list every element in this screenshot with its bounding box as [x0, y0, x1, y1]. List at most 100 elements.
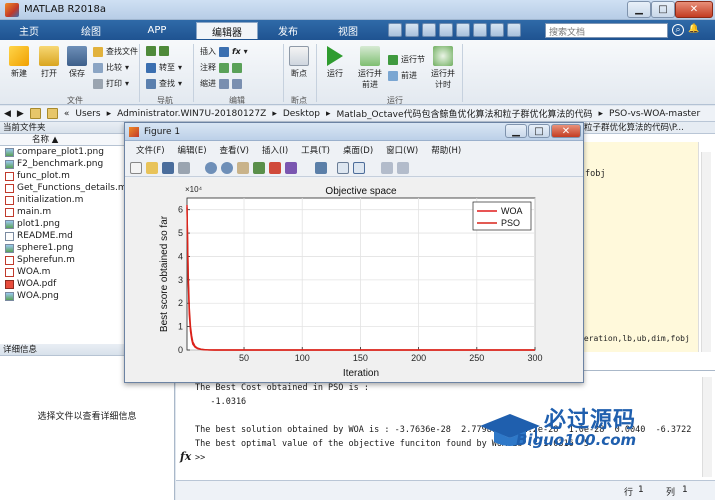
editor-scrollbar[interactable] [701, 152, 711, 352]
run-and-advance-button[interactable]: 运行并前进 [355, 46, 385, 90]
run-play-icon [327, 46, 343, 66]
colorbar-icon[interactable] [337, 162, 349, 174]
figure-window[interactable]: Figure 1 ▁ □ ✕ 文件(F) 编辑(E) 查看(V) 插入(I) 工具(T)… [124, 122, 584, 383]
zoom-out-icon[interactable] [221, 162, 233, 174]
zoom-in-icon[interactable] [205, 162, 217, 174]
undo-quick-icon[interactable] [456, 23, 470, 37]
switch-windows-icon[interactable] [490, 23, 504, 37]
print-button[interactable]: 打印 ▾ [93, 78, 129, 89]
file-name: compare_plot1.png [17, 147, 104, 157]
rotate-icon[interactable] [253, 162, 265, 174]
pan-icon[interactable] [237, 162, 249, 174]
legend-icon[interactable] [353, 162, 365, 174]
figure-menu-item[interactable]: 插入(I) [262, 144, 288, 156]
details-placeholder: 选择文件以查看详细信息 [37, 412, 137, 422]
data-cursor-icon[interactable] [269, 162, 281, 174]
editor-ribbon: 新建 打开 保存 查找文件 比较 ▾ 打印 ▾ 文件 转至 ▾ 查找 ▾ 导航 … [0, 40, 715, 105]
go-to-button[interactable]: 转至 ▾ [146, 62, 182, 73]
folder-browse-icon[interactable] [46, 108, 58, 119]
window-title: MATLAB R2018a [24, 4, 107, 15]
file-name: README.md [17, 231, 73, 241]
objective-space-chart[interactable]: 50 100 150 200 250 300 0 1 2 3 4 5 6 ×10⁴ Objective sp… [125, 178, 583, 382]
figure-plot-area[interactable]: 50 100 150 200 250 300 0 1 2 3 4 5 6 ×10⁴ Objective sp… [125, 178, 583, 382]
tab-home[interactable]: 主页 [8, 22, 50, 39]
editor-code-line: fobj [585, 169, 606, 179]
tab-apps[interactable]: APP [135, 22, 179, 39]
paste-quick-icon[interactable] [439, 23, 453, 37]
hide-tools-icon[interactable] [381, 162, 393, 174]
command-scrollbar[interactable] [702, 377, 712, 477]
search-documentation-input[interactable]: 搜索文档 [545, 23, 668, 38]
run-section-button[interactable]: 运行节 [388, 54, 425, 65]
compare-button[interactable]: 比较 ▾ [93, 62, 129, 73]
file-name: F2_benchmark.png [17, 159, 104, 169]
address-part[interactable]: « [64, 109, 70, 119]
group-label-file: 文件 [67, 96, 83, 105]
back-arrow-icon[interactable]: ◀ [4, 109, 11, 119]
tab-plots[interactable]: 绘图 [70, 22, 112, 39]
tab-publish[interactable]: 发布 [265, 22, 311, 39]
search-icon[interactable]: ⌕ [672, 24, 684, 36]
tab-editor[interactable]: 编辑器 [196, 22, 258, 39]
figure-menu-item[interactable]: 查看(V) [220, 144, 249, 156]
file-name: WOA.m [17, 267, 51, 277]
find-button[interactable]: 查找 ▾ [146, 78, 182, 89]
group-label-breakpoints: 断点 [291, 96, 307, 105]
brush-icon[interactable] [285, 162, 297, 174]
figure-menu-item[interactable]: 桌面(D) [343, 144, 373, 156]
figure-menu-item[interactable]: 窗口(W) [386, 144, 418, 156]
run-button[interactable]: 运行 [322, 46, 348, 79]
run-section-icon [388, 54, 398, 65]
copy-quick-icon[interactable] [422, 23, 436, 37]
save-figure-icon[interactable] [162, 162, 174, 174]
find-files-icon [93, 46, 103, 57]
close-button[interactable]: ✕ [675, 1, 713, 18]
address-part[interactable]: Desktop [283, 109, 320, 119]
find-files-button[interactable]: 查找文件 [93, 46, 138, 57]
address-part[interactable]: Administrator.WIN7U-20180127Z [117, 109, 266, 119]
print-figure-icon[interactable] [178, 162, 190, 174]
maximize-button[interactable]: □ [651, 1, 675, 18]
new-figure-icon[interactable] [130, 162, 142, 174]
save-button[interactable]: 保存 [64, 46, 90, 79]
indent-icon [219, 78, 229, 89]
new-button[interactable]: 新建 [6, 46, 32, 79]
address-part[interactable]: PSO-vs-WOA-master [609, 109, 700, 119]
indent-button[interactable]: 缩进 [200, 78, 242, 89]
command-prompt[interactable]: >> [195, 453, 205, 463]
advance-button[interactable]: 前进 [388, 70, 417, 81]
col-label: 列 [666, 488, 676, 498]
help-quick-icon[interactable] [507, 23, 521, 37]
figure-minimize-button[interactable]: ▁ [505, 124, 527, 138]
open-button[interactable]: 打开 [36, 46, 62, 79]
figure-menu-item[interactable]: 工具(T) [301, 144, 330, 156]
y-tick-label: 3 [178, 275, 183, 285]
address-part[interactable]: Users [75, 109, 100, 119]
show-tools-icon[interactable] [397, 162, 409, 174]
redo-quick-icon[interactable] [473, 23, 487, 37]
figure-menu-item[interactable]: 帮助(H) [431, 144, 461, 156]
save-quick-icon[interactable] [388, 23, 402, 37]
run-and-time-button[interactable]: 运行并计时 [429, 46, 457, 90]
forward-arrow-icon[interactable]: ▶ [17, 109, 24, 119]
figure-menu-item[interactable]: 文件(F) [136, 144, 165, 156]
figure-close-button[interactable]: ✕ [551, 124, 581, 138]
figure-menu-item[interactable]: 编辑(E) [178, 144, 207, 156]
insert-button[interactable]: 插入 fx ▾ [200, 46, 248, 57]
comment-button[interactable]: 注释 [200, 62, 242, 73]
y-tick-label: 2 [178, 298, 183, 308]
navigate-back-button[interactable] [146, 46, 169, 56]
breakpoints-button[interactable]: 断点 [286, 46, 312, 79]
row-label: 行 [624, 488, 634, 498]
editor-tab[interactable]: 粒子群优化算法的代码\P... [581, 122, 715, 134]
link-plot-icon[interactable] [315, 162, 327, 174]
folder-up-icon[interactable] [29, 108, 41, 119]
minimize-button[interactable]: ▁ [627, 1, 651, 18]
tab-view[interactable]: 视图 [323, 22, 373, 39]
figure-maximize-button[interactable]: □ [528, 124, 550, 138]
notification-icon[interactable]: 🔔 [688, 24, 700, 36]
open-file-icon[interactable] [146, 162, 158, 174]
cut-quick-icon[interactable] [405, 23, 419, 37]
fx-icon[interactable]: fx [180, 450, 191, 463]
address-part[interactable]: Matlab_Octave代码包含鲸鱼优化算法和粒子群优化算法的代码 [337, 107, 593, 120]
